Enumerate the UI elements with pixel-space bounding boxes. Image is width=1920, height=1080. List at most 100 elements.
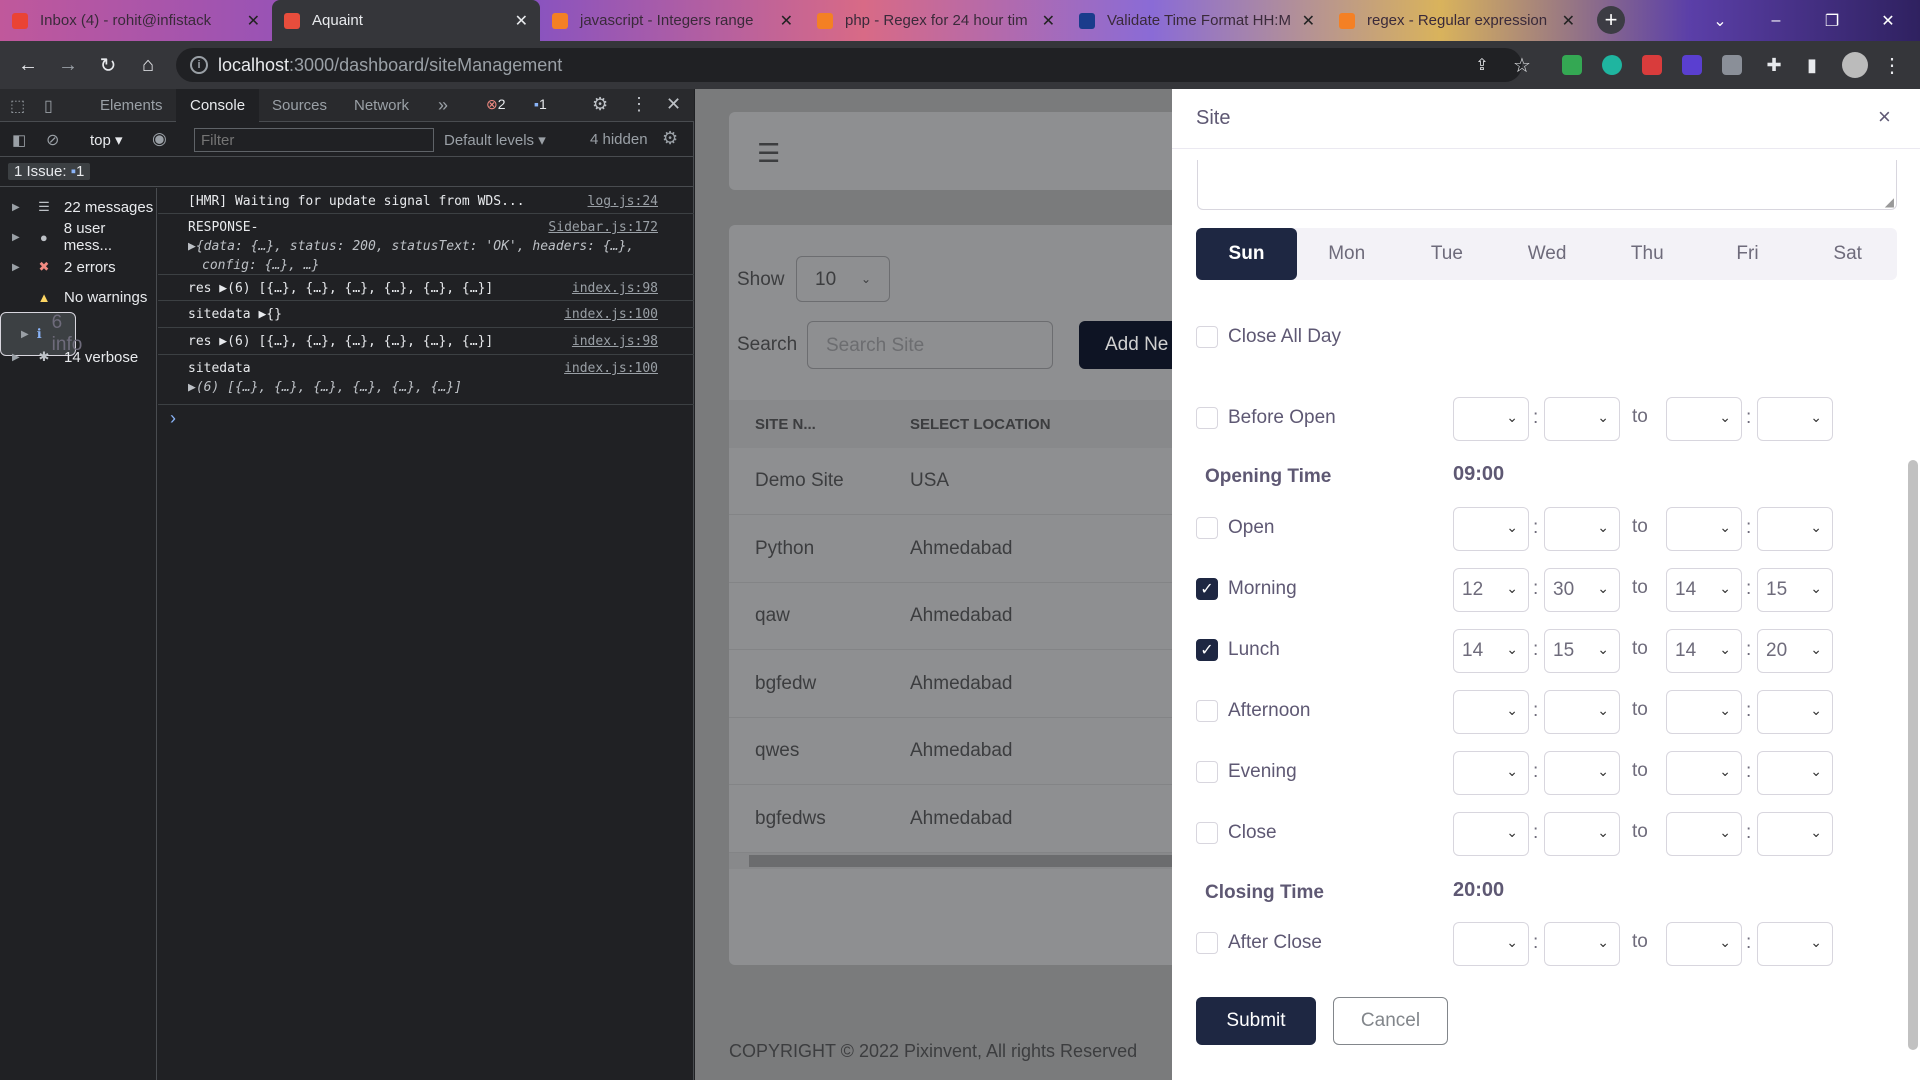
tab-day-thu[interactable]: Thu [1597,228,1698,280]
log-source-link[interactable]: index.js:98 [572,332,658,351]
browser-tab[interactable]: regex - Regular expression ✕ [1327,0,1587,41]
lunch-end-hour-select[interactable]: 14 ⌄ [1666,629,1742,673]
close-window-button[interactable]: ✕ [1860,0,1916,41]
log-source-link[interactable]: index.js:98 [572,279,658,298]
extension-icon[interactable] [1562,55,1582,75]
table-row[interactable]: Python Ahmedabad [729,516,1189,583]
after-close-start-minute-select[interactable]: ⌄ [1544,922,1620,966]
column-header[interactable]: SELECT LOCATION [910,416,1051,433]
after-close-checkbox[interactable] [1196,932,1218,954]
close-tab-icon[interactable]: ✕ [1042,11,1055,31]
afternoon-start-minute-select[interactable]: ⌄ [1544,690,1620,734]
extension-icon[interactable] [1682,55,1702,75]
tab-day-sun[interactable]: Sun [1196,228,1297,280]
table-row[interactable]: bgfedws Ahmedabad [729,786,1189,853]
console-filter-item[interactable]: ▶ ✱ 14 verbose [0,342,157,372]
tab-day-sat[interactable]: Sat [1797,228,1898,280]
site-info-icon[interactable]: i [190,56,208,74]
console-filter-input[interactable] [194,128,434,152]
issues-link[interactable]: 1 Issue: ▪1 [8,163,91,180]
eye-icon[interactable]: ◉ [152,129,167,149]
open-end-hour-select[interactable]: ⌄ [1666,507,1742,551]
evening-start-hour-select[interactable]: ⌄ [1453,751,1529,795]
table-row[interactable]: qwes Ahmedabad [729,718,1189,785]
open-start-hour-select[interactable]: ⌄ [1453,507,1529,551]
console-filter-item[interactable]: ▶ ✖ 2 errors [0,252,157,282]
bookmark-star-icon[interactable]: ☆ [1510,53,1534,77]
close-tab-icon[interactable]: ✕ [515,11,528,31]
log-source-link[interactable]: Sidebar.js:172 [548,218,658,237]
column-header[interactable]: SITE N... [755,416,816,433]
kebab-menu-icon[interactable]: ⋮ [630,94,648,115]
inspect-icon[interactable]: ⬚ [10,96,25,116]
after-close-start-hour-select[interactable]: ⌄ [1453,922,1529,966]
tab-day-fri[interactable]: Fri [1697,228,1798,280]
afternoon-start-hour-select[interactable]: ⌄ [1453,690,1529,734]
log-object[interactable]: ▶(6) [{…}, {…}, {…}, {…}, {…}, {…}] [188,378,664,397]
lunch-end-minute-select[interactable]: 20 ⌄ [1757,629,1833,673]
browser-tab[interactable]: javascript - Integers range ✕ [540,0,805,41]
close-start-minute-select[interactable]: ⌄ [1544,812,1620,856]
afternoon-end-hour-select[interactable]: ⌄ [1666,690,1742,734]
before-open-checkbox[interactable] [1196,407,1218,429]
before-open-start-hour-select[interactable]: ⌄ [1453,397,1529,441]
morning-start-minute-select[interactable]: 30 ⌄ [1544,568,1620,612]
extension-icon[interactable] [1642,55,1662,75]
home-icon[interactable]: ⌂ [136,53,160,77]
table-row[interactable]: Demo Site USA [729,448,1189,515]
close-devtools-icon[interactable]: ✕ [666,94,681,115]
afternoon-end-minute-select[interactable]: ⌄ [1757,690,1833,734]
open-checkbox[interactable] [1196,517,1218,539]
console-filter-item[interactable]: ▶ ☰ 22 messages [0,192,157,222]
expand-arrow-icon[interactable]: ▶ [21,329,29,340]
log-levels-select[interactable]: Default levels ▾ [444,131,546,149]
console-filter-item[interactable]: ▲ No warnings [0,282,157,312]
log-source-link[interactable]: index.js:100 [564,359,658,378]
extension-icon[interactable] [1602,55,1622,75]
table-row[interactable]: qaw Ahmedabad [729,583,1189,650]
afternoon-checkbox[interactable] [1196,700,1218,722]
console-filter-item[interactable]: ▶ ● 8 user mess... [0,220,157,254]
extension-icon[interactable] [1722,55,1742,75]
after-close-end-minute-select[interactable]: ⌄ [1757,922,1833,966]
tab-network[interactable]: Network [340,89,423,122]
menu-dots-icon[interactable]: ⋮ [1880,53,1904,77]
after-close-end-hour-select[interactable]: ⌄ [1666,922,1742,966]
evening-start-minute-select[interactable]: ⌄ [1544,751,1620,795]
browser-tab[interactable]: Aquaint ✕ [272,0,540,41]
close-tab-icon[interactable]: ✕ [247,11,260,31]
side-panel-icon[interactable]: ▮ [1800,53,1824,77]
before-open-end-hour-select[interactable]: ⌄ [1666,397,1742,441]
open-start-minute-select[interactable]: ⌄ [1544,507,1620,551]
close-end-hour-select[interactable]: ⌄ [1666,812,1742,856]
log-source-link[interactable]: log.js:24 [588,192,658,211]
evening-end-minute-select[interactable]: ⌄ [1757,751,1833,795]
table-row[interactable]: bgfedw Ahmedabad [729,651,1189,718]
log-object[interactable]: ▶{data: {…}, status: 200, statusText: 'O… [188,237,664,256]
browser-tab[interactable]: php - Regex for 24 hour tim ✕ [805,0,1067,41]
cancel-button[interactable]: Cancel [1333,997,1448,1045]
before-open-start-minute-select[interactable]: ⌄ [1544,397,1620,441]
context-select[interactable]: top ▾ [90,131,123,149]
restore-button[interactable]: ❐ [1804,0,1860,41]
sidebar-toggle-icon[interactable]: ◧ [12,131,26,149]
morning-end-minute-select[interactable]: 15 ⌄ [1757,568,1833,612]
close-all-day-checkbox[interactable] [1196,326,1218,348]
tab-day-wed[interactable]: Wed [1497,228,1598,280]
log-source-link[interactable]: index.js:100 [564,305,658,324]
tab-console[interactable]: Console [176,89,260,122]
panel-scrollbar[interactable] [1908,460,1918,1050]
tab-search-icon[interactable]: ⌄ [1692,0,1748,41]
settings-gear-icon[interactable]: ⚙ [592,94,608,115]
search-site-input[interactable]: Search Site [807,321,1053,369]
browser-tab[interactable]: Inbox (4) - rohit@infistack ✕ [0,0,272,41]
new-tab-button[interactable]: + [1597,6,1625,34]
close-end-minute-select[interactable]: ⌄ [1757,812,1833,856]
clear-console-icon[interactable]: ⊘ [46,130,59,150]
console-prompt[interactable]: › [170,408,176,429]
reload-icon[interactable]: ↻ [96,53,120,77]
profile-avatar[interactable] [1842,52,1868,78]
message-badge[interactable]: ▪1 [534,96,547,112]
description-textarea[interactable]: ◢ [1197,160,1897,210]
scrollbar-thumb[interactable] [749,855,1189,867]
